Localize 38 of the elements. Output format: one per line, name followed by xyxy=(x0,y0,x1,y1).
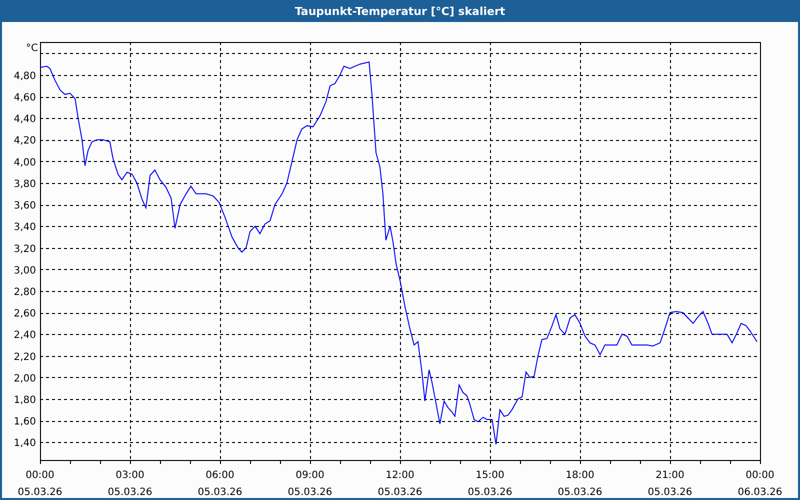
x-axis-date-label: 05.03.26 xyxy=(378,487,422,498)
unit-label: °C xyxy=(26,43,38,54)
y-axis-label: 3,20 xyxy=(14,244,36,255)
x-axis-label: 21:00 xyxy=(656,470,684,481)
y-axis-label: 1,80 xyxy=(14,394,36,406)
y-axis-label: 2,20 xyxy=(14,352,36,363)
y-axis-label: 4,60 xyxy=(14,92,36,104)
x-axis-label: 03:00 xyxy=(116,470,144,481)
y-axis-label: 3,40 xyxy=(14,222,36,234)
y-axis-label: 3,80 xyxy=(14,178,36,190)
y-axis-label: 1,40 xyxy=(14,438,36,450)
y-axis-label: 2,00 xyxy=(14,373,36,384)
y-axis-label: 2,80 xyxy=(14,286,36,298)
y-axis-label: 2,40 xyxy=(14,330,36,342)
x-axis-label: 15:00 xyxy=(476,470,504,481)
y-axis-label: 3,60 xyxy=(14,200,36,212)
x-axis-date-label: 05.03.26 xyxy=(18,487,62,498)
x-axis-label: 12:00 xyxy=(386,470,414,481)
x-axis-label: 00:00 xyxy=(746,470,774,481)
x-axis-label: 06:00 xyxy=(206,470,234,481)
y-axis-label: 4,80 xyxy=(14,70,36,82)
x-axis-label: 00:00 xyxy=(26,470,54,481)
x-axis-date-label: 05.03.26 xyxy=(648,487,692,498)
x-axis-date-label: 05.03.26 xyxy=(288,487,332,498)
x-axis-date-label: 05.03.26 xyxy=(108,487,152,498)
y-axis-label: 4,40 xyxy=(14,114,36,126)
x-axis-label: 09:00 xyxy=(296,470,324,481)
x-axis-date-label: 05.03.26 xyxy=(558,487,602,498)
x-axis-date-label: 06.03.26 xyxy=(738,487,782,498)
x-axis-date-label: 05.03.26 xyxy=(468,487,512,498)
y-axis-label: 1,60 xyxy=(14,416,36,428)
x-axis-date-label: 05.03.26 xyxy=(198,487,242,498)
y-axis-label: 4,20 xyxy=(14,136,36,147)
y-axis-label: 4,00 xyxy=(14,157,36,168)
y-axis-label: 3,00 xyxy=(14,265,36,276)
window-title: Taupunkt-Temperatur [°C] skaliert xyxy=(294,4,506,18)
y-axis-label: 2,60 xyxy=(14,308,36,320)
x-axis-label: 18:00 xyxy=(566,470,594,481)
